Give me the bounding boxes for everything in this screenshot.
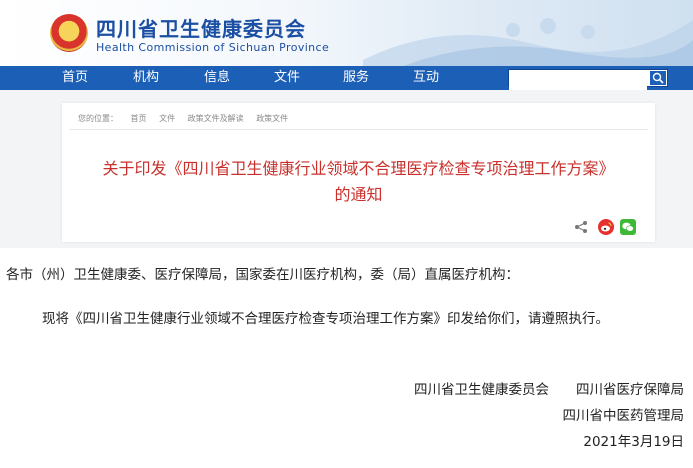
search-box (508, 69, 668, 91)
signature-issuers: 四川省卫生健康委员会 四川省医疗保障局 (414, 382, 684, 398)
breadcrumb-home[interactable]: 首页 (131, 114, 147, 123)
body-paragraph: 现将《四川省卫生健康行业领域不合理医疗检查专项治理工作方案》印发给你们，请遵照执… (42, 311, 609, 327)
nav-item-home[interactable]: 首页 (50, 66, 100, 90)
header-banner: ★ 四川省卫生健康委员会 Health Commission of Sichua… (0, 0, 693, 66)
emblem-icon: ★ (50, 14, 88, 52)
breadcrumb: 您的位置： 首页 文件 政策文件及解读 政策文件 (78, 113, 298, 124)
nav-item-documents[interactable]: 文件 (262, 66, 312, 90)
article-title-line-1: 关于印发《四川省卫生健康行业领域不合理医疗检查专项治理工作方案》 (102, 159, 615, 178)
signature-issuer-tcm: 四川省中医药管理局 (562, 408, 685, 424)
breadcrumb-divider (70, 129, 648, 130)
nav-item-interaction[interactable]: 互动 (401, 66, 451, 90)
breadcrumb-policy-interpretation[interactable]: 政策文件及解读 (188, 114, 244, 123)
wechat-icon[interactable] (620, 219, 636, 235)
site-subtitle: Health Commission of Sichuan Province (96, 41, 330, 54)
nav-item-services[interactable]: 服务 (331, 66, 381, 90)
breadcrumb-documents[interactable]: 文件 (159, 114, 175, 123)
nav-item-information[interactable]: 信息 (192, 66, 242, 90)
breadcrumb-policy-documents[interactable]: 政策文件 (256, 114, 288, 123)
site-title[interactable]: 四川省卫生健康委员会 (96, 13, 306, 42)
search-icon (652, 72, 664, 84)
breadcrumb-prefix: 您的位置： (78, 114, 118, 123)
search-input[interactable] (509, 74, 647, 91)
banner-decoration (363, 18, 693, 66)
nav-item-organization[interactable]: 机构 (121, 66, 171, 90)
article-title-line-2: 的通知 (334, 185, 383, 204)
main-nav: 首页 机构 信息 文件 服务 互动 (0, 66, 693, 91)
article-title: 关于印发《四川省卫生健康行业领域不合理医疗检查专项治理工作方案》 的通知 (62, 156, 655, 208)
issue-date: 2021年3月19日 (583, 434, 684, 450)
share-icon[interactable] (574, 219, 588, 235)
salutation: 各市（州）卫生健康委、医疗保障局，国家委在川医疗机构，委（局）直属医疗机构： (6, 267, 519, 283)
search-button[interactable] (650, 71, 666, 85)
weibo-icon[interactable] (598, 219, 614, 235)
